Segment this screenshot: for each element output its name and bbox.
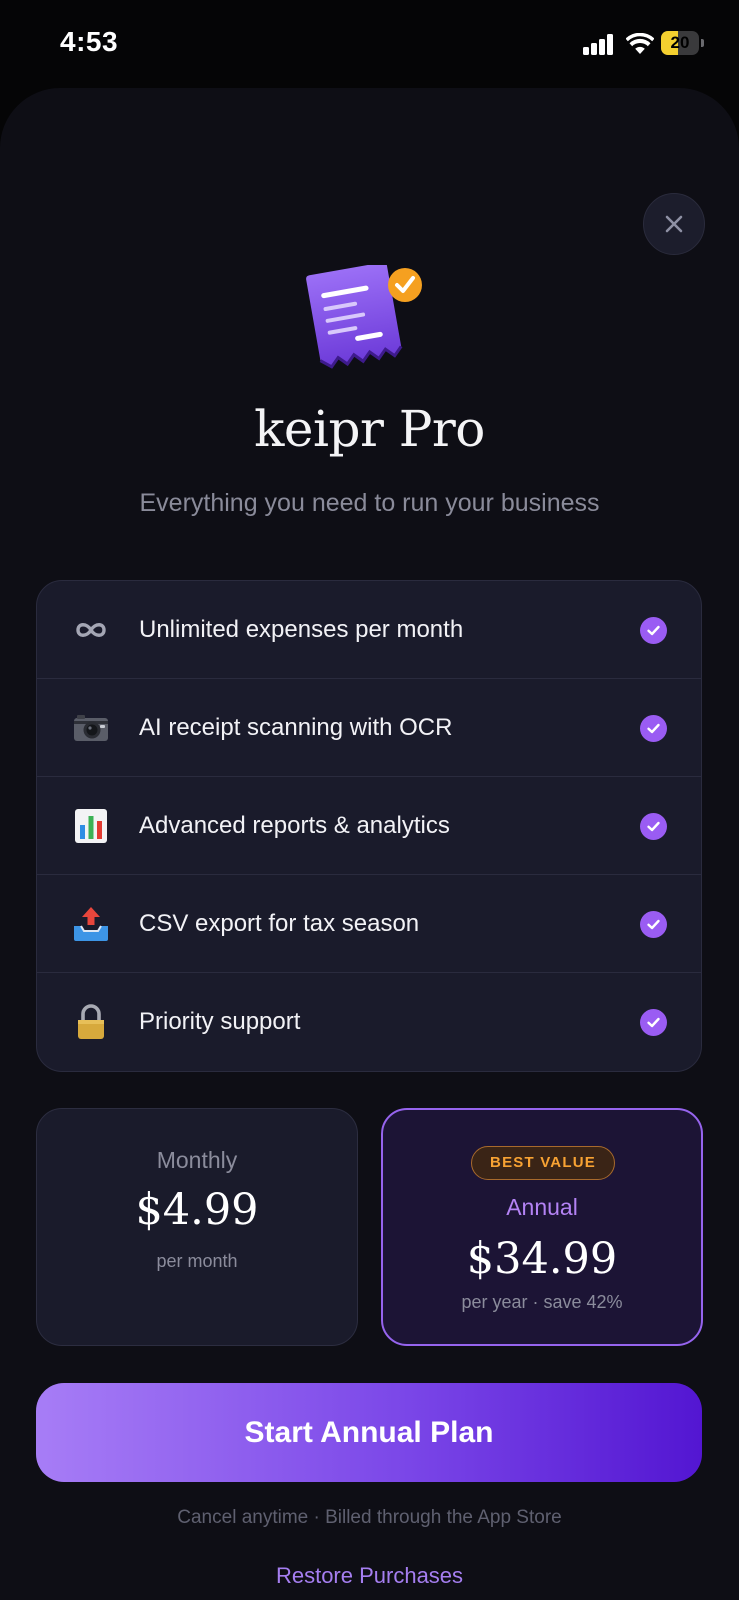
close-button[interactable] [643,193,705,255]
app-title: keipr Pro [254,400,485,458]
plan-period: per month [156,1251,238,1271]
plan-price: $4.99 [135,1185,259,1235]
feature-item-reports: Advanced reports & analytics [37,777,701,875]
plan-card-annual[interactable]: BEST VALUE Annual $34.99 per year · save… [381,1108,703,1346]
plan-name: Annual [506,1194,578,1220]
tagline: Everything you need to run your business [139,489,600,517]
restore-purchases-link[interactable]: Restore Purchases [0,1563,739,1589]
feature-list: Unlimited expenses per month AI receipt … [36,580,702,1072]
bar-chart-icon [75,809,107,843]
fine-print: Cancel anytime · Billed through the App … [177,1507,562,1528]
check-icon [640,715,667,742]
receipt-app-icon [306,265,422,369]
outbox-tray-icon [74,907,108,941]
feature-item-csv-export: CSV export for tax season [37,875,701,973]
start-annual-plan-button[interactable]: Start Annual Plan [36,1383,702,1482]
feature-item-priority-support: Priority support [37,973,701,1071]
plan-name: Monthly [156,1147,238,1173]
check-icon [640,813,667,840]
lock-icon [78,1004,104,1039]
status-time: 4:53 [60,26,119,57]
feature-label: Advanced reports & analytics [139,812,450,839]
close-icon [665,215,683,233]
feature-item-receipt-scanning: AI receipt scanning with OCR [37,679,701,777]
infinity-icon [76,623,106,637]
plan-price: $34.99 [466,1234,618,1284]
feature-label: CSV export for tax season [139,910,420,937]
feature-label: Unlimited expenses per month [139,616,464,643]
status-bar: 4:53 20 [0,0,739,88]
battery-indicator: 20 [661,31,705,57]
check-icon [640,617,667,644]
check-icon [640,911,667,938]
feature-label: Priority support [139,1008,301,1035]
plan-period: per year · save 42% [461,1292,623,1312]
check-icon [640,1009,667,1036]
feature-label: AI receipt scanning with OCR [139,714,453,741]
battery-level: 20 [670,33,690,52]
plan-card-monthly[interactable]: Monthly $4.99 per month [36,1108,358,1346]
camera-icon [74,715,108,741]
best-value-badge: BEST VALUE [471,1146,615,1180]
cellular-signal-icon [583,33,615,55]
feature-item-unlimited-expenses: Unlimited expenses per month [37,581,701,679]
wifi-icon [626,33,654,54]
